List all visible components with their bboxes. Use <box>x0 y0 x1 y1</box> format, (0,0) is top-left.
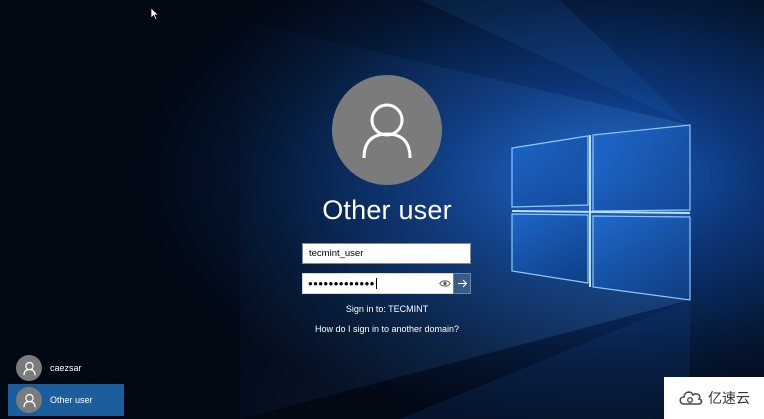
user-silhouette-icon <box>22 361 36 375</box>
username-input[interactable]: tecmint_user <box>302 243 471 264</box>
user-item-label: Other user <box>50 395 93 405</box>
watermark: 亿速云 <box>664 377 764 419</box>
eye-icon[interactable] <box>439 279 451 288</box>
user-avatar-small <box>16 355 42 381</box>
cloud-logo-icon <box>679 391 703 405</box>
arrow-right-icon <box>457 279 467 288</box>
mouse-pointer-icon <box>150 7 160 21</box>
watermark-text: 亿速云 <box>708 391 750 407</box>
password-row: ●●●●●●●●●●●●● <box>302 273 471 294</box>
user-avatar-small <box>16 387 42 413</box>
user-display-name: Other user <box>322 195 452 225</box>
password-masked-value: ●●●●●●●●●●●●● <box>308 279 375 288</box>
sign-in-help-link[interactable]: How do I sign in to another domain? <box>282 324 492 334</box>
text-caret <box>375 278 377 290</box>
submit-button[interactable] <box>453 273 471 294</box>
password-input[interactable]: ●●●●●●●●●●●●● <box>302 273 453 294</box>
user-avatar <box>332 75 442 185</box>
user-item-other-user[interactable]: Other user <box>8 384 124 416</box>
user-silhouette-icon <box>22 393 36 407</box>
sign-in-domain-label: Sign in to: TECMINT <box>345 304 429 314</box>
user-item-label: caezsar <box>50 363 82 373</box>
user-item-caezsar[interactable]: caezsar <box>8 352 124 384</box>
user-list: caezsar Other user <box>8 352 124 416</box>
user-silhouette-icon <box>362 103 412 159</box>
